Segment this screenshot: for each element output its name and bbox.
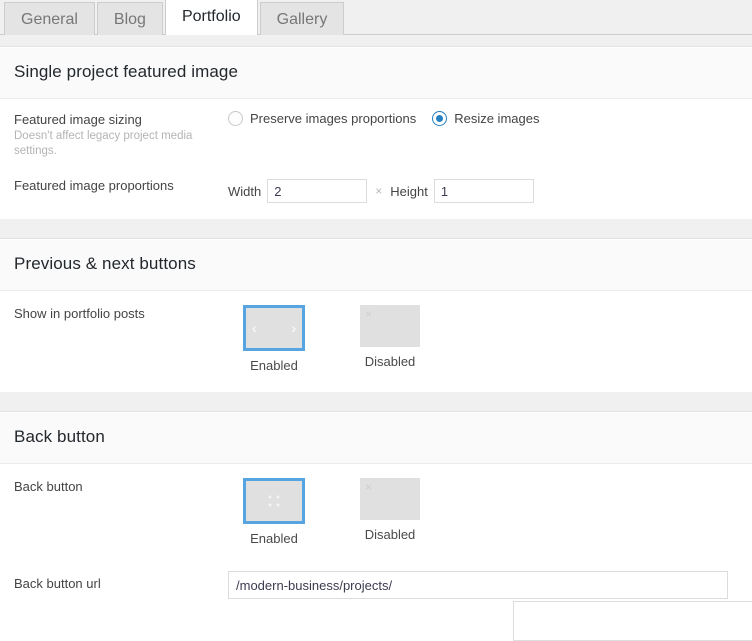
tab-general[interactable]: General xyxy=(4,2,95,35)
radio-button-icon[interactable] xyxy=(432,111,448,126)
tile-caption: Enabled xyxy=(250,358,298,373)
radio-resize-images[interactable]: Resize images xyxy=(432,111,539,126)
row-featured-image-proportions: Featured image proportions Width × Heigh… xyxy=(0,169,752,219)
close-x-icon: × xyxy=(365,480,373,494)
label-featured-image-sizing: Featured image sizing Doesn't affect leg… xyxy=(14,111,228,159)
control-back-button-toggle: Enabled × Disabled xyxy=(228,478,738,547)
multiply-symbol: × xyxy=(375,184,383,198)
proportions-line: Width × Height xyxy=(228,177,534,203)
control-back-button-url xyxy=(228,571,752,641)
grid-dots-icon xyxy=(268,495,280,507)
label-text: Featured image proportions xyxy=(14,178,174,193)
tile-caption: Disabled xyxy=(364,354,416,369)
section-header-prev-next-buttons: Previous & next buttons xyxy=(0,239,752,291)
chevron-right-icon: › xyxy=(291,320,296,336)
radio-label: Preserve images proportions xyxy=(250,111,417,126)
row-show-in-portfolio-posts: Show in portfolio posts ‹ › Enabled × Di… xyxy=(0,291,752,392)
settings-tab-strip: General Blog Portfolio Gallery xyxy=(0,0,752,35)
section-spacer-prev-next xyxy=(0,219,752,239)
tile-caption: Enabled xyxy=(250,531,298,546)
section-title-prev-next-buttons: Previous & next buttons xyxy=(14,254,196,273)
chevron-left-icon: ‹ xyxy=(252,320,257,336)
tile-group-prev-next: ‹ › Enabled × Disabled xyxy=(228,305,460,374)
tile-option-back-button-disabled[interactable]: × Disabled xyxy=(344,478,436,543)
tile-preview-prev-next-enabled[interactable]: ‹ › xyxy=(243,305,305,351)
label-sublabel: Doesn't affect legacy project media sett… xyxy=(14,130,193,157)
section-spacer-top xyxy=(0,35,752,47)
tile-group-back-button: Enabled × Disabled xyxy=(228,478,460,547)
label-show-in-portfolio-posts: Show in portfolio posts xyxy=(14,305,228,322)
tile-option-back-button-enabled[interactable]: Enabled xyxy=(228,478,320,547)
width-label: Width xyxy=(228,183,262,199)
height-label: Height xyxy=(390,183,428,199)
height-input[interactable] xyxy=(433,179,534,203)
label-text: Back button xyxy=(14,479,83,494)
radio-label: Resize images xyxy=(454,111,540,126)
label-back-button-url: Back button url xyxy=(14,571,228,592)
close-x-icon: × xyxy=(365,307,373,321)
width-input[interactable] xyxy=(267,179,368,203)
radio-group-image-sizing: Preserve images proportions Resize image… xyxy=(228,111,555,126)
control-featured-image-sizing: Preserve images proportions Resize image… xyxy=(228,111,738,126)
tab-gallery[interactable]: Gallery xyxy=(259,2,345,35)
section-header-featured-image: Single project featured image xyxy=(0,47,752,99)
tile-option-prev-next-enabled[interactable]: ‹ › Enabled xyxy=(228,305,320,374)
section-spacer-back-button xyxy=(0,392,752,412)
back-button-url-input[interactable] xyxy=(228,571,728,599)
url-suggestions-panel[interactable] xyxy=(513,601,752,641)
row-back-button-toggle: Back button Enabled × Disabled xyxy=(0,464,752,559)
row-back-button-url: Back button url xyxy=(0,559,752,641)
control-featured-image-proportions: Width × Height xyxy=(228,177,738,203)
tile-caption: Disabled xyxy=(364,527,416,542)
label-text: Featured image sizing xyxy=(14,112,142,127)
tile-option-prev-next-disabled[interactable]: × Disabled xyxy=(344,305,436,370)
label-back-button: Back button xyxy=(14,478,228,495)
section-title-featured-image: Single project featured image xyxy=(14,62,239,81)
label-featured-image-proportions: Featured image proportions xyxy=(14,177,228,194)
tab-blog[interactable]: Blog xyxy=(96,2,163,35)
control-show-in-portfolio-posts: ‹ › Enabled × Disabled xyxy=(228,305,738,374)
tab-portfolio[interactable]: Portfolio xyxy=(164,0,258,35)
tile-preview-back-button-disabled[interactable]: × xyxy=(360,478,420,520)
radio-preserve-images-proportions[interactable]: Preserve images proportions xyxy=(228,111,416,126)
tile-preview-prev-next-disabled[interactable]: × xyxy=(360,305,420,347)
label-text: Show in portfolio posts xyxy=(14,306,145,321)
tile-preview-back-button-enabled[interactable] xyxy=(243,478,305,524)
section-header-back-button: Back button xyxy=(0,412,752,464)
row-featured-image-sizing: Featured image sizing Doesn't affect leg… xyxy=(0,99,752,169)
label-text: Back button url xyxy=(14,576,101,591)
section-title-back-button: Back button xyxy=(14,427,105,446)
radio-button-icon[interactable] xyxy=(228,111,243,126)
